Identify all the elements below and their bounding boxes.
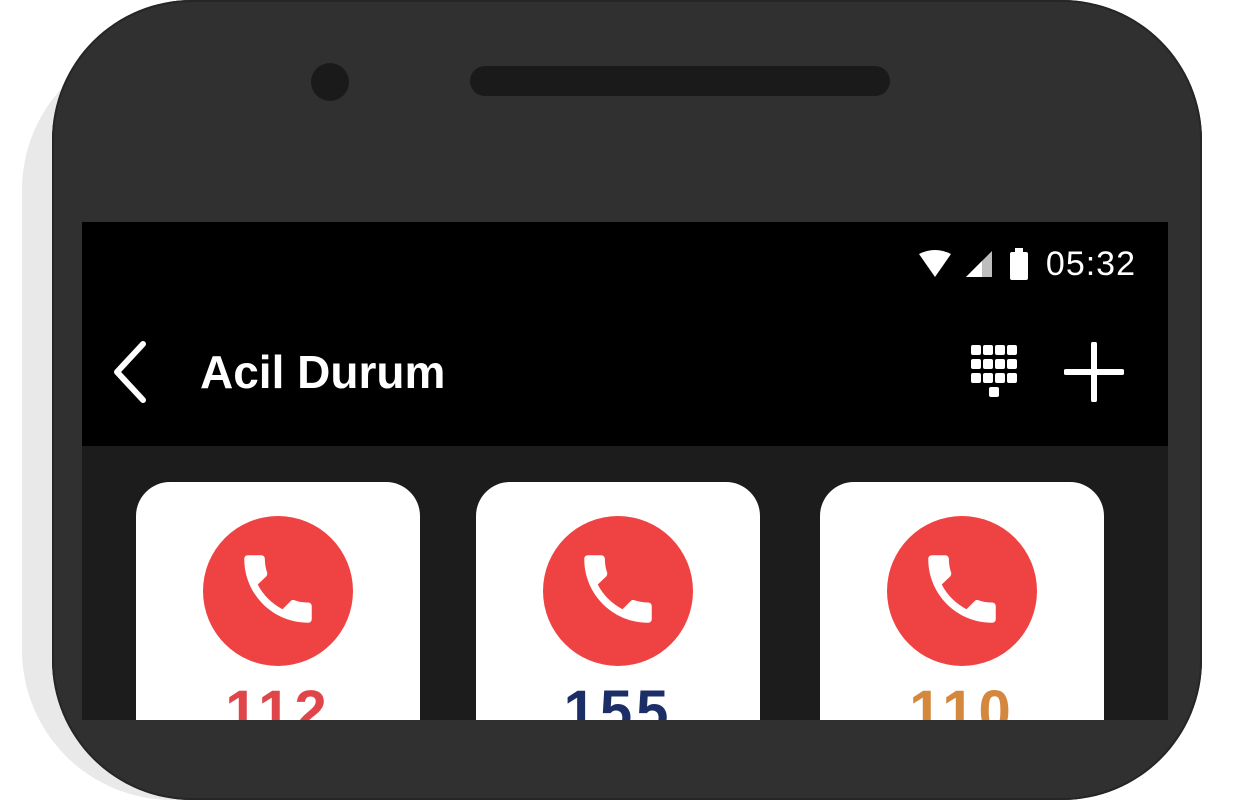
battery-icon — [1009, 248, 1028, 280]
dialpad-icon — [969, 343, 1019, 405]
phone-icon — [917, 544, 1007, 638]
back-button[interactable] — [94, 334, 164, 414]
card-number: 110 — [909, 679, 1015, 720]
call-button[interactable] — [887, 516, 1037, 666]
status-time: 05:32 — [1045, 244, 1136, 283]
card-number: 155 — [563, 679, 673, 720]
call-button[interactable] — [203, 516, 353, 666]
emergency-card-112[interactable]: 112 — [136, 482, 420, 720]
status-bar: 05:32 — [82, 222, 1168, 304]
phone-screen: 05:32 Acil Durum 112 155 110 — [82, 222, 1168, 720]
back-arrow-icon — [109, 340, 149, 408]
wifi-icon — [918, 250, 952, 278]
earpiece-speaker — [470, 66, 890, 96]
status-icons: 05:32 — [918, 242, 1136, 286]
page-title: Acil Durum — [200, 346, 446, 398]
emergency-contacts-grid: 112 155 110 — [82, 446, 1168, 720]
phone-icon — [233, 544, 323, 638]
add-contact-button[interactable] — [1054, 334, 1134, 414]
add-icon — [1063, 341, 1125, 406]
emergency-card-155[interactable]: 155 — [476, 482, 760, 720]
dialpad-button[interactable] — [954, 334, 1034, 414]
emergency-card-110[interactable]: 110 — [820, 482, 1104, 720]
front-camera — [311, 63, 349, 101]
card-number: 112 — [225, 679, 331, 720]
signal-icon — [965, 251, 992, 277]
call-button[interactable] — [543, 516, 693, 666]
phone-icon — [573, 544, 663, 638]
app-bar: Acil Durum — [82, 304, 1168, 446]
